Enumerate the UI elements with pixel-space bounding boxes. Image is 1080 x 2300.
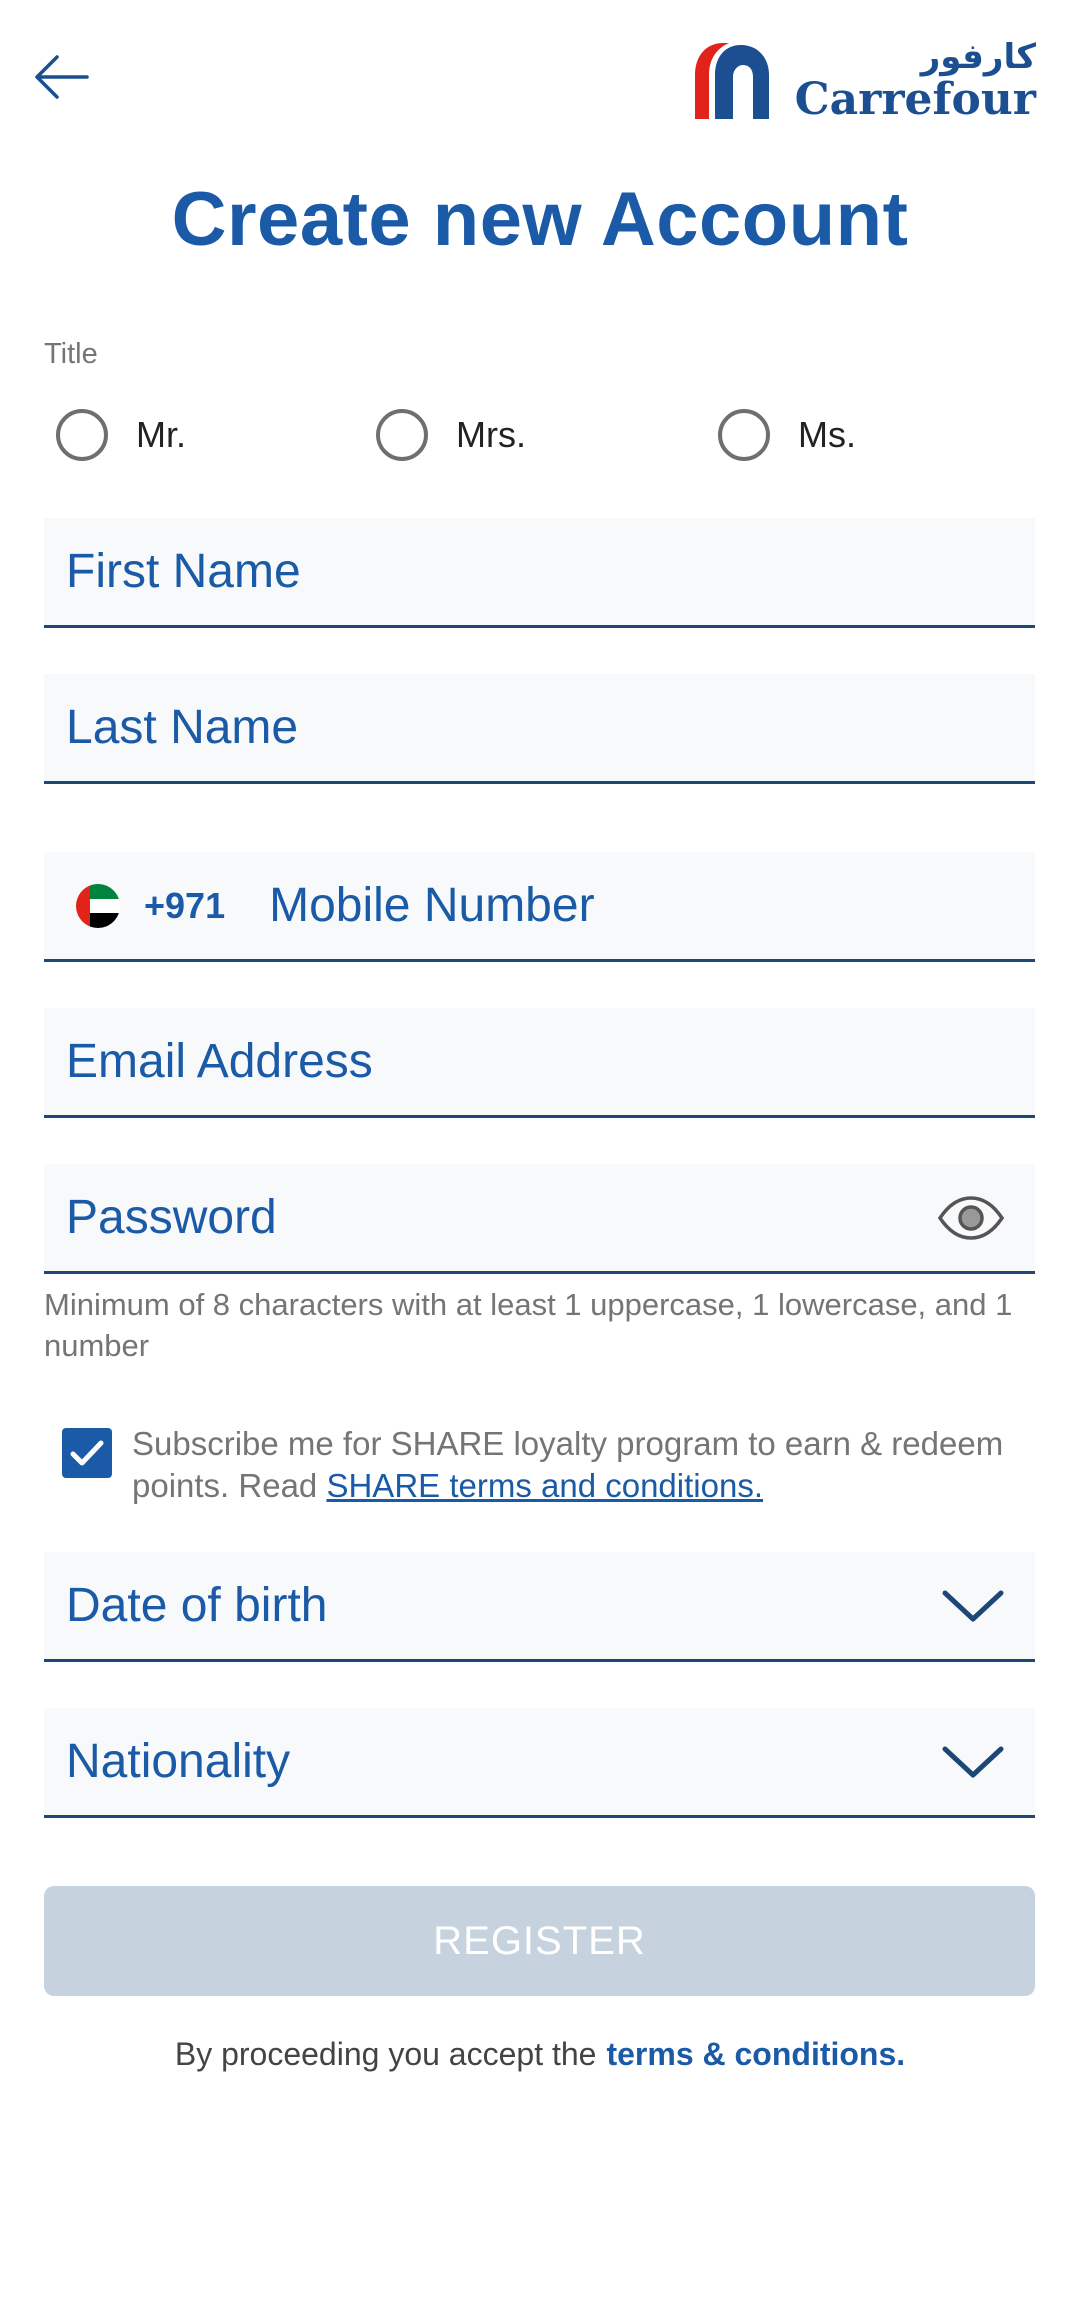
register-button[interactable]: REGISTER (44, 1886, 1035, 1996)
logo-english-text: Carrefour (794, 74, 1036, 125)
share-terms-link[interactable]: SHARE terms and conditions. (326, 1467, 763, 1504)
last-name-placeholder: Last Name (66, 701, 299, 754)
first-name-placeholder: First Name (66, 545, 301, 598)
email-field[interactable]: Email Address (44, 1008, 1035, 1118)
uae-flag-icon[interactable] (76, 883, 120, 928)
footer-text: By proceeding you accept the (174, 2036, 597, 2072)
subscribe-text: Subscribe me for SHARE loyalty program t… (132, 1423, 1032, 1507)
radio-mrs[interactable]: Mrs. (376, 404, 526, 466)
password-placeholder: Password (66, 1191, 277, 1244)
chevron-down-icon (942, 1590, 1004, 1621)
eye-icon[interactable] (937, 1195, 1005, 1241)
date-of-birth-placeholder: Date of birth (66, 1579, 328, 1632)
arrow-left-icon (35, 55, 89, 99)
radio-circle[interactable] (718, 409, 770, 461)
email-placeholder: Email Address (66, 1035, 373, 1088)
carrefour-mark-icon (694, 43, 769, 119)
logo-arabic-text: كارفور (920, 37, 1036, 77)
radio-circle[interactable] (376, 409, 428, 461)
dial-code[interactable]: +971 (144, 885, 225, 927)
subscribe-checkbox[interactable] (62, 1428, 112, 1478)
nationality-dropdown[interactable]: Nationality (44, 1708, 1035, 1818)
first-name-field[interactable]: First Name (44, 518, 1035, 628)
terms-conditions-link[interactable]: terms & conditions. (606, 2036, 905, 2072)
radio-label: Mrs. (456, 414, 526, 455)
mobile-number-placeholder: Mobile Number (269, 879, 595, 932)
date-of-birth-dropdown[interactable]: Date of birth (44, 1552, 1035, 1662)
chevron-down-icon (942, 1746, 1004, 1777)
dob-chevron (941, 1587, 1005, 1625)
checkmark-icon (70, 1440, 104, 1466)
nationality-chevron (941, 1743, 1005, 1781)
back-button[interactable] (28, 48, 94, 106)
title-label: Title (44, 338, 98, 370)
last-name-field[interactable]: Last Name (44, 674, 1035, 784)
page-title: Create new Account (171, 177, 909, 262)
password-hint: Minimum of 8 characters with at least 1 … (44, 1287, 1013, 1363)
carrefour-logo: كارفور Carrefour (691, 36, 1036, 126)
radio-label: Mr. (136, 414, 186, 455)
radio-label: Ms. (798, 414, 856, 455)
password-field[interactable]: Password (44, 1164, 1035, 1274)
radio-circle[interactable] (56, 409, 108, 461)
radio-ms[interactable]: Ms. (718, 404, 856, 466)
terms-footer: By proceeding you accept the terms & cond… (0, 2036, 1080, 2073)
nationality-placeholder: Nationality (66, 1735, 291, 1788)
mobile-number-field[interactable]: +971 Mobile Number (44, 852, 1035, 962)
radio-mr[interactable]: Mr. (56, 404, 186, 466)
show-password-toggle[interactable] (937, 1195, 1005, 1241)
